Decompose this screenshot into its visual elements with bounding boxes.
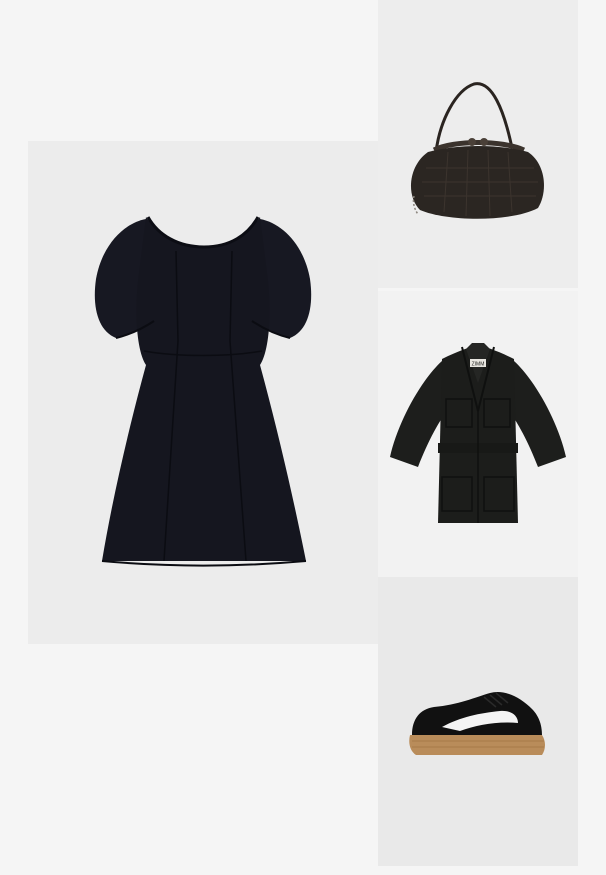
sneaker-image	[409, 691, 545, 755]
product-tile-sneaker[interactable]	[378, 577, 578, 866]
product-tile-dress[interactable]	[28, 141, 378, 644]
bag-image	[410, 82, 544, 219]
jacket-image: ZIMM	[390, 343, 566, 523]
jacket-brand-label: ZIMM	[472, 362, 485, 368]
outfit-board: ZIMM	[0, 0, 606, 875]
product-tile-bag[interactable]	[378, 0, 578, 288]
dress-image	[94, 216, 312, 567]
product-tile-jacket[interactable]: ZIMM	[378, 291, 578, 577]
